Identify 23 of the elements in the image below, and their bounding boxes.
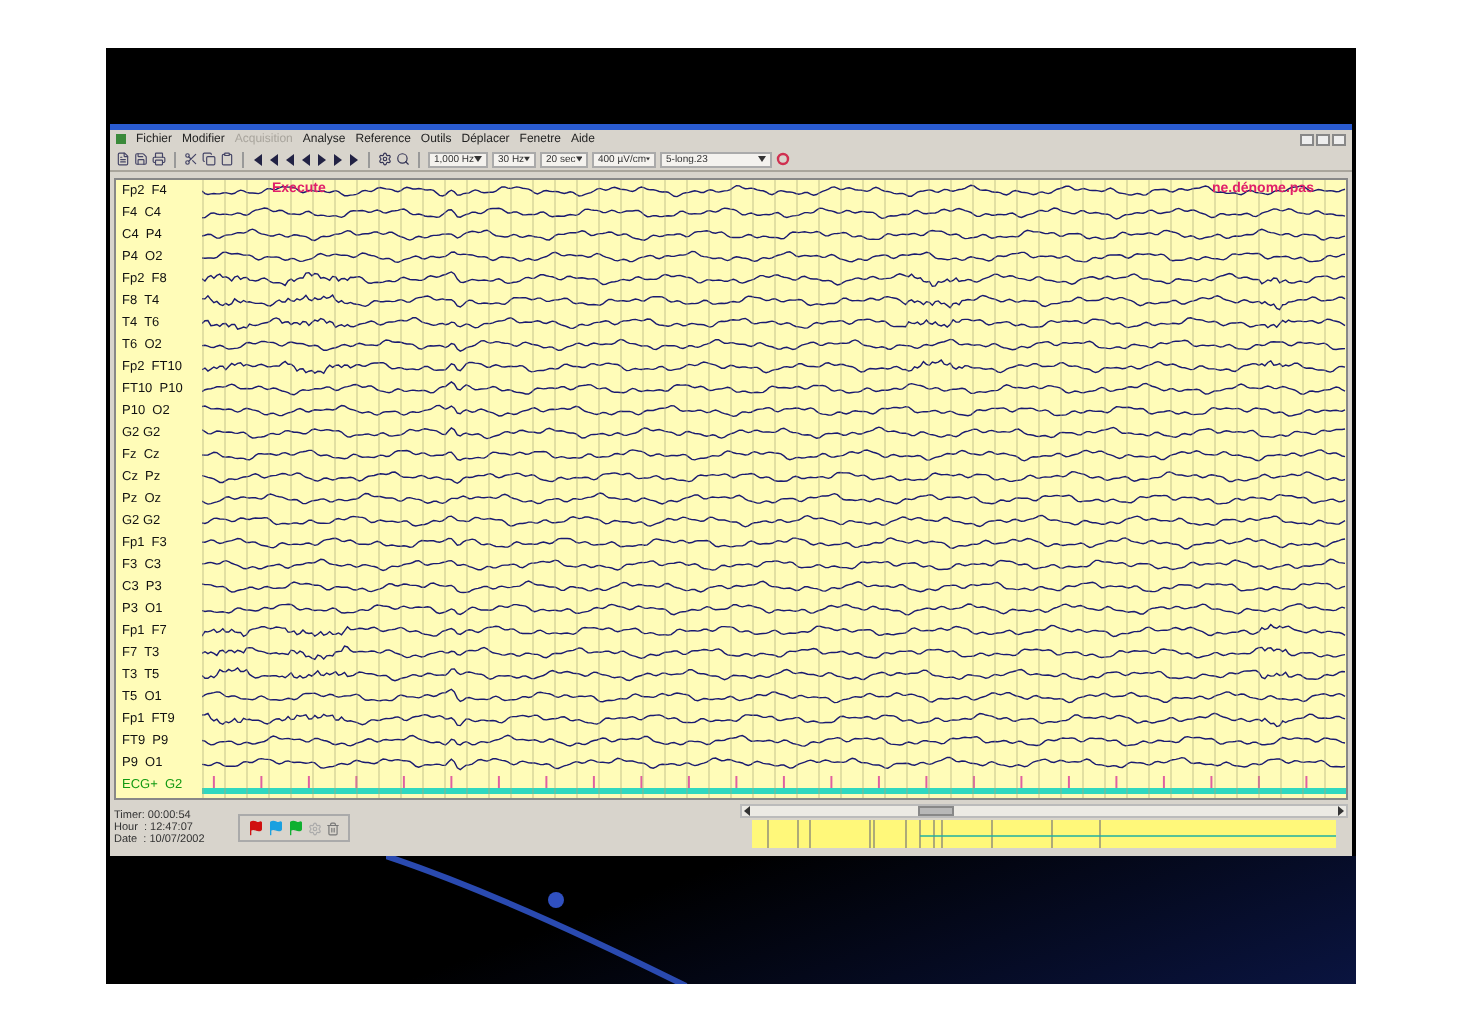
document-icon[interactable] bbox=[116, 152, 130, 166]
close-icon[interactable] bbox=[1332, 133, 1346, 145]
minimize-icon[interactable] bbox=[1300, 133, 1314, 145]
caret-icon bbox=[575, 156, 582, 162]
play-icon[interactable] bbox=[316, 153, 328, 165]
scrollbar[interactable] bbox=[740, 804, 1348, 818]
caret-icon bbox=[758, 156, 766, 162]
caret-icon bbox=[474, 156, 482, 162]
copy-icon[interactable] bbox=[202, 152, 216, 166]
scroll-thumb[interactable] bbox=[917, 806, 954, 816]
app-icon bbox=[116, 134, 126, 144]
trash-icon[interactable] bbox=[326, 821, 340, 835]
play-back-icon[interactable] bbox=[300, 153, 312, 165]
left-arrow-icon[interactable] bbox=[742, 806, 752, 816]
search-icon[interactable] bbox=[396, 152, 410, 166]
printer-icon[interactable] bbox=[152, 152, 166, 166]
caret-icon bbox=[524, 156, 530, 162]
scissors-icon[interactable] bbox=[184, 152, 198, 166]
flag-icon[interactable] bbox=[248, 820, 264, 836]
maximize-icon[interactable] bbox=[1316, 133, 1330, 145]
save-icon[interactable] bbox=[134, 152, 148, 166]
clipboard-icon[interactable] bbox=[220, 152, 234, 166]
right-arrow-icon[interactable] bbox=[1336, 806, 1346, 816]
